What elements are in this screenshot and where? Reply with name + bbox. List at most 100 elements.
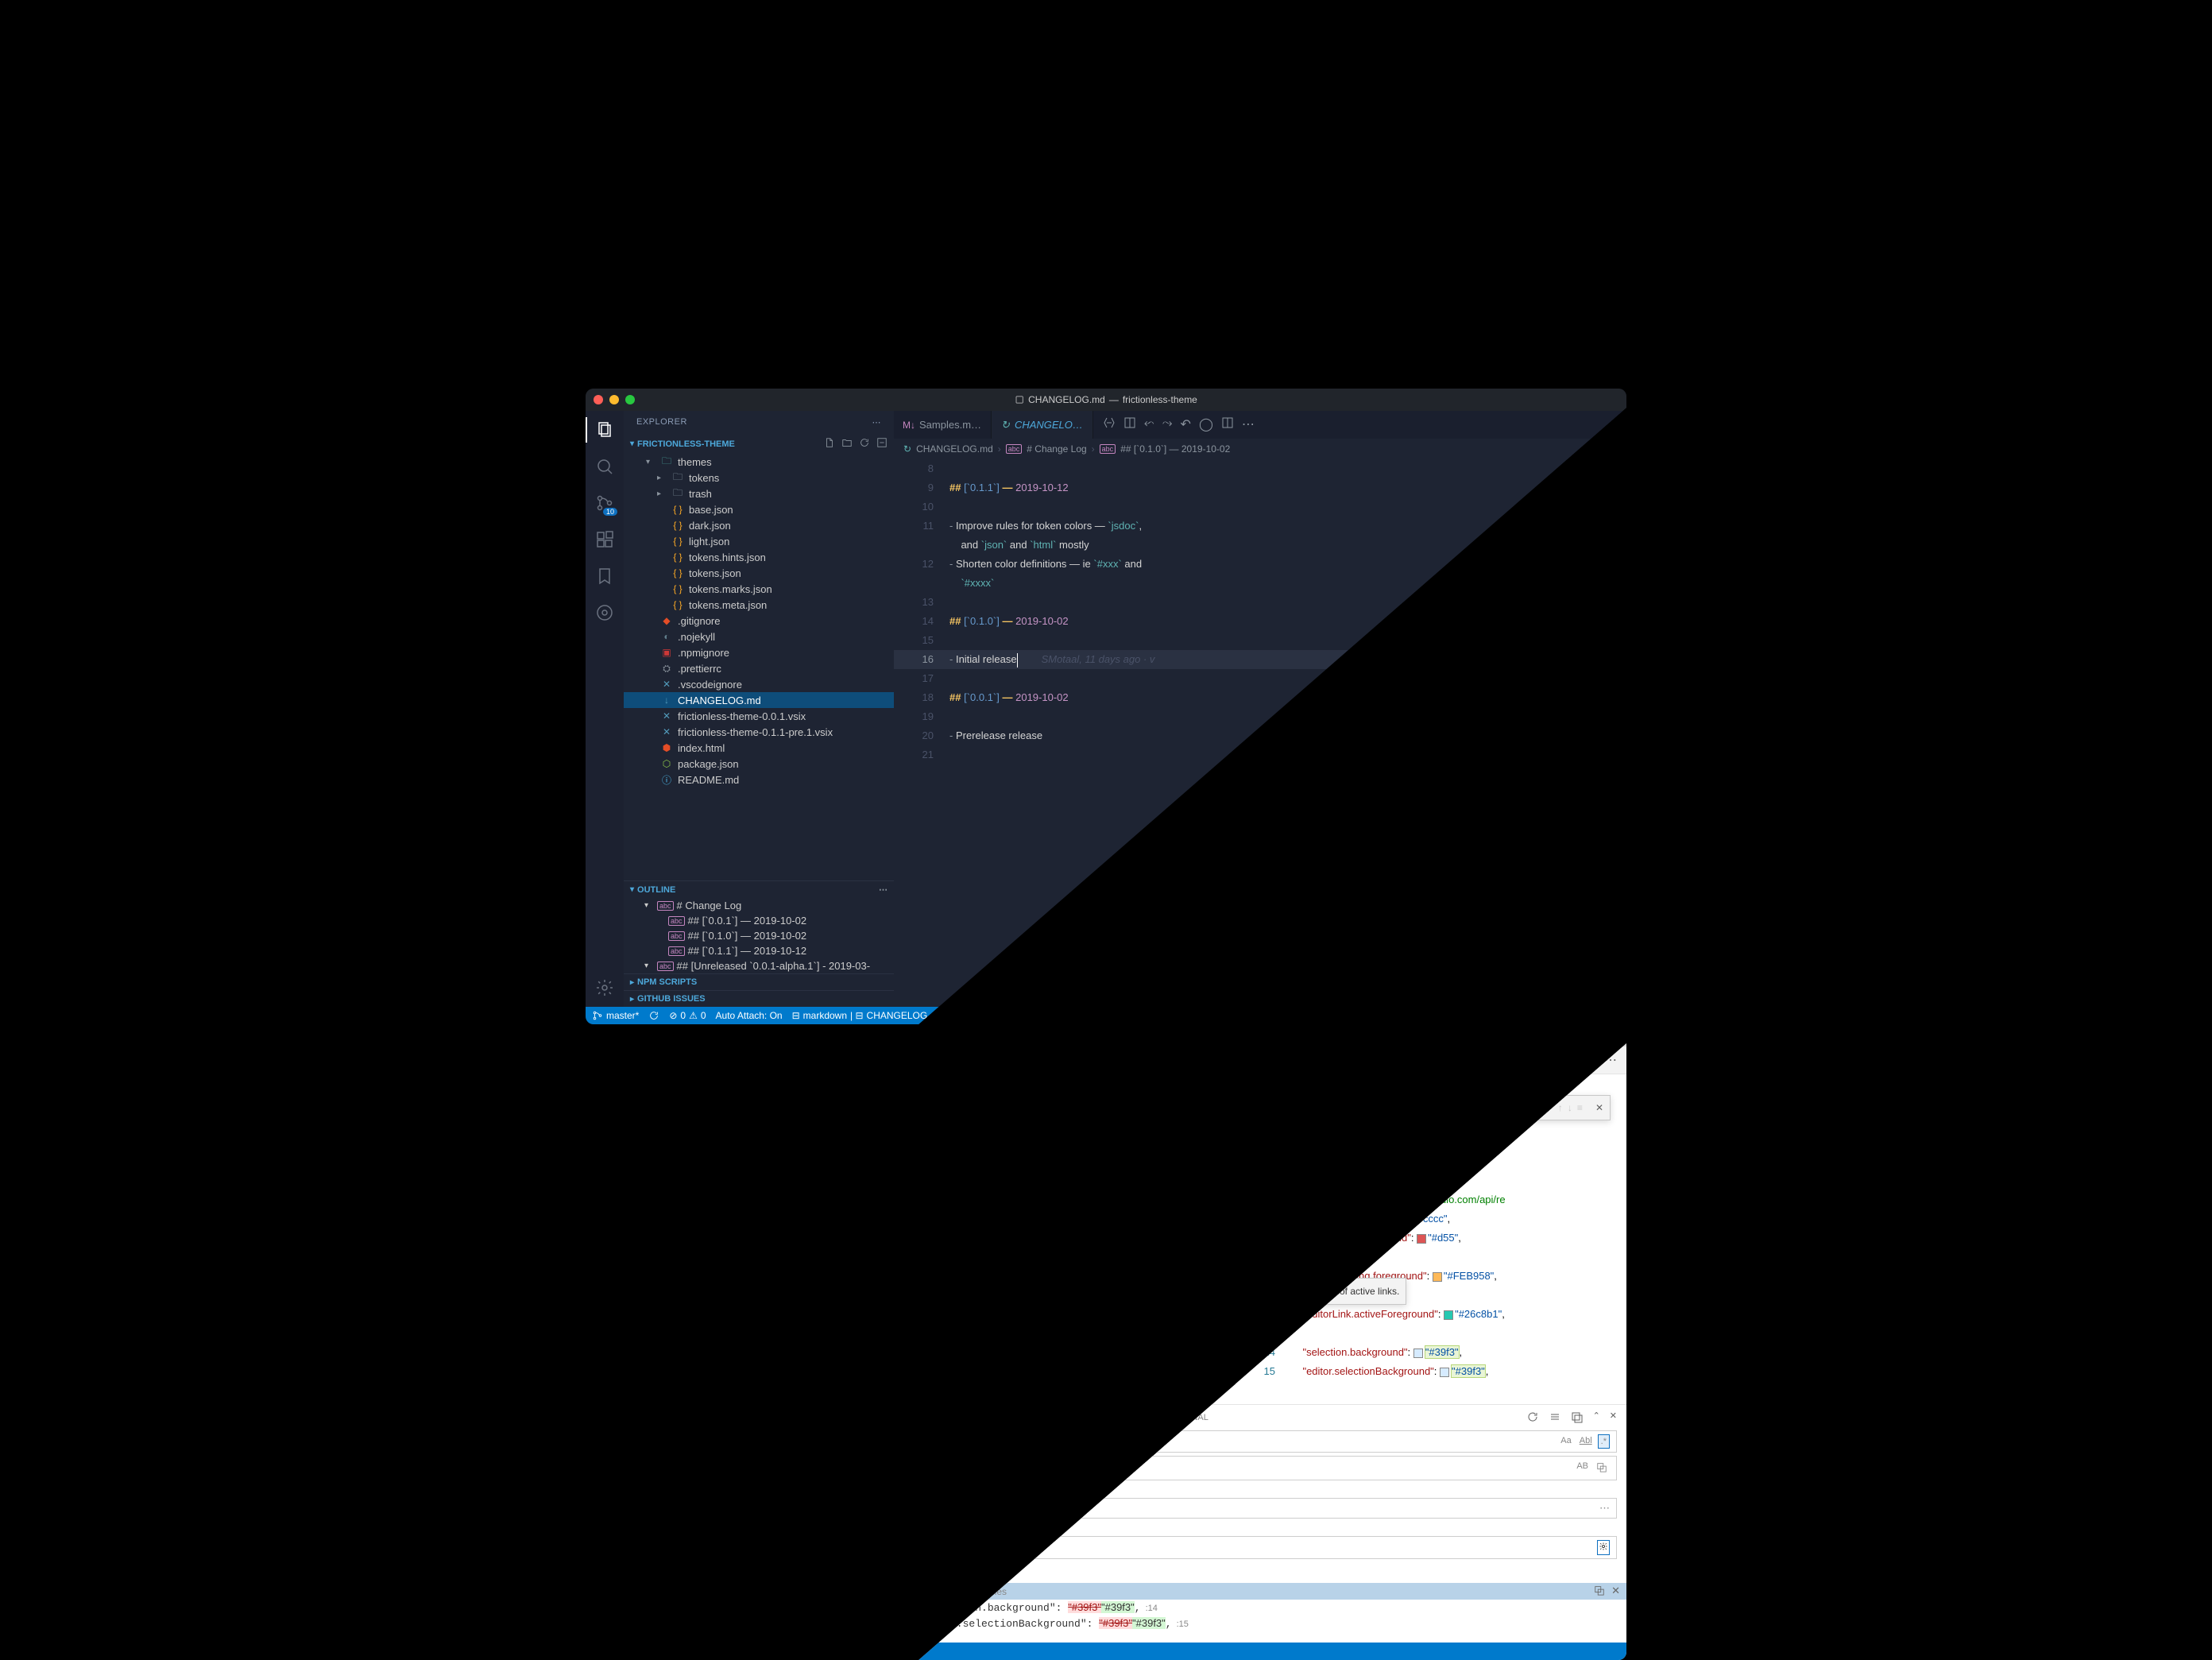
status-problems[interactable]: ⊘ 0 ⚠ 0 — [669, 1010, 706, 1021]
tree-item[interactable]: { }base.json — [624, 501, 894, 517]
find-prev[interactable]: ↑ — [1558, 1098, 1563, 1117]
compare-icon[interactable] — [1103, 416, 1116, 433]
tree-item[interactable]: { }tokens.json — [624, 565, 894, 581]
close-panel-icon[interactable]: ✕ — [1610, 1410, 1617, 1426]
status-position[interactable]: Ln 16, Col 18 — [1125, 1010, 1181, 1021]
status-eol[interactable]: LF — [1328, 1010, 1340, 1021]
status-auto-attach[interactable]: Auto Attach: On — [716, 1010, 783, 1021]
find-word[interactable]: Abl — [1458, 1096, 1475, 1120]
find-regex[interactable]: .* — [1477, 1096, 1489, 1120]
sidebar-more[interactable]: ⋯ — [872, 417, 882, 428]
find-expand[interactable]: › — [1297, 1096, 1313, 1120]
opt-regex[interactable]: .* — [1598, 1434, 1610, 1449]
tab[interactable]: M↓Samples.m… — [894, 411, 992, 439]
outline-item[interactable]: abc## [`0.1.0`] — 2019-10-02 — [624, 928, 894, 943]
new-file-icon[interactable] — [824, 437, 835, 451]
tree-item[interactable]: ↓CHANGELOG.md — [624, 692, 894, 708]
dismiss-file-icon[interactable]: ✕ — [1611, 1585, 1620, 1598]
opt-preserve-case[interactable]: AB — [1574, 1460, 1591, 1476]
panel-tab[interactable]: OUTPUT — [1020, 1410, 1056, 1426]
refresh-search-icon[interactable] — [1526, 1410, 1539, 1426]
tree-item[interactable]: { }tokens.meta.json — [624, 597, 894, 613]
find-selection[interactable]: ≡ — [1577, 1098, 1583, 1117]
find-close[interactable]: ✕ — [1589, 1098, 1610, 1117]
more-icon[interactable]: ⋯ — [1242, 416, 1255, 433]
status-prettier[interactable]: Prettier: ✓ — [1441, 1010, 1485, 1021]
status-sync[interactable] — [648, 1010, 659, 1021]
find-case[interactable]: Aa — [1441, 1096, 1456, 1120]
include-input[interactable]: ⋯ — [903, 1498, 1617, 1519]
status-zoom[interactable]: 100% — [1535, 1010, 1560, 1021]
tree-item[interactable]: ▸🗀tokens — [624, 470, 894, 486]
tree-item[interactable]: ◐.nojekyll — [624, 629, 894, 644]
tree-item[interactable]: ◆.gitignore — [624, 613, 894, 629]
split-icon[interactable] — [1221, 416, 1234, 433]
replace-input[interactable]: AB — [903, 1456, 1617, 1480]
minimize-window[interactable] — [609, 395, 619, 404]
section-npm[interactable]: ▸NPM SCRIPTS — [624, 973, 894, 990]
tree-item[interactable]: { }tokens.marks.json — [624, 581, 894, 597]
search-icon[interactable] — [594, 455, 616, 478]
outline-item[interactable]: abc## [`0.0.1`] — 2019-10-02 — [624, 913, 894, 928]
outline-item[interactable]: ▾abc## [Unreleased `0.0.1-alpha.1`] - 20… — [624, 958, 894, 973]
search-result-line[interactable]: editor.selectionBackground": "#39f3""#39… — [894, 1616, 1626, 1631]
code-editor-right[interactable]: › AaAbl.* No Results ↑↓≡ ✕ Color of acti… — [1236, 1095, 1626, 1404]
new-editor-icon[interactable] — [1571, 1410, 1584, 1426]
tree-item[interactable]: ▸🗀trash — [624, 486, 894, 501]
tree-item[interactable]: ✕frictionless-theme-0.0.1.vsix — [624, 708, 894, 724]
breadcrumb-left[interactable]: ↻ CHANGELOG.md› abc# Change Log› abc## [… — [894, 439, 1626, 459]
status-bell[interactable]: 🔔 — [1608, 1010, 1620, 1021]
tab-more[interactable]: ⋯ — [1595, 1052, 1626, 1068]
scm-icon[interactable]: 10 — [594, 492, 616, 514]
status-spaces[interactable]: Spaces: 2 — [1193, 1010, 1236, 1021]
panel-tab[interactable]: DEBUG CONSOLE — [1072, 1410, 1148, 1426]
panel-tab[interactable]: SEARCH — [903, 1410, 940, 1426]
outline-item[interactable]: ▾abc# Change Log — [624, 898, 894, 913]
status-fontsize[interactable]: ᴀA — [1496, 1010, 1507, 1021]
search-result-file[interactable]: ▾{ }base.jsonthemes ✕ — [894, 1583, 1626, 1600]
search-input[interactable]: AaAbl.* — [903, 1430, 1617, 1453]
tree-item[interactable]: { }dark.json — [624, 517, 894, 533]
clear-search-icon[interactable] — [1549, 1410, 1561, 1426]
sync-icon[interactable] — [594, 602, 616, 624]
bookmark-icon[interactable] — [594, 565, 616, 587]
tab[interactable]: ↻CHANGELO… — [992, 411, 1093, 439]
exclude-input[interactable] — [903, 1536, 1617, 1559]
extensions-icon[interactable] — [594, 528, 616, 551]
tree-item[interactable]: ▣.npmignore — [624, 644, 894, 660]
tree-item[interactable]: ⬡package.json — [624, 756, 894, 772]
find-input[interactable] — [1316, 1098, 1435, 1117]
status-lang-select[interactable]: ⊟ markdown | ⊟ CHANGELOG.md — [792, 1010, 944, 1021]
status-zoom-out[interactable]: − — [1571, 1010, 1576, 1021]
new-folder-icon[interactable] — [841, 437, 853, 451]
section-project[interactable]: ▾FRICTIONLESS-THEME — [624, 434, 894, 454]
status-encoding[interactable]: UTF-8 with BOM — [1247, 1010, 1317, 1021]
code-editor-left[interactable]: 89## [`0.1.1`] — 2019-10-121011- Improve… — [894, 459, 1626, 1007]
circle-icon[interactable]: ◯ — [1199, 416, 1213, 433]
status-branch[interactable]: master* — [592, 1010, 639, 1021]
section-outline[interactable]: ▾OUTLINE⋯ — [624, 881, 894, 898]
revert-icon[interactable]: ↶ — [1181, 416, 1191, 433]
replace-file-icon[interactable] — [1594, 1585, 1605, 1598]
tab-base-json[interactable]: { }base.json — [1236, 1047, 1323, 1074]
tree-item[interactable]: ✕.vscodeignore — [624, 676, 894, 692]
status-zoom-in[interactable]: + — [1518, 1010, 1524, 1021]
outline-item[interactable]: abc## [`0.1.1`] — 2019-10-12 — [624, 943, 894, 958]
collapse-panel-icon[interactable]: ⌃ — [1593, 1410, 1600, 1426]
breadcrumb-right[interactable]: { }base.json› abc$schema — [1236, 1074, 1626, 1095]
explorer-icon[interactable] — [594, 419, 616, 441]
find-next[interactable]: ↓ — [1568, 1098, 1572, 1117]
tree-item[interactable]: ⬢index.html — [624, 740, 894, 756]
opt-word[interactable]: Abl — [1577, 1434, 1595, 1449]
tree-item[interactable]: ⓘREADME.md — [624, 772, 894, 787]
settings-icon[interactable] — [594, 977, 616, 999]
maximize-window[interactable] — [625, 395, 635, 404]
search-result-line[interactable]: "selection.background": "#39f3""#39f3",:… — [894, 1600, 1626, 1616]
status-smiley[interactable]: ☺ — [1587, 1010, 1597, 1021]
diff-prev-icon[interactable]: ⬿ — [1144, 416, 1154, 433]
refresh-icon[interactable] — [859, 437, 870, 451]
preview-icon[interactable] — [1123, 416, 1136, 433]
tree-item[interactable]: ✕frictionless-theme-0.1.1-pre.1.vsix — [624, 724, 894, 740]
gear-search-icon[interactable] — [1597, 1540, 1610, 1555]
tree-item[interactable]: { }light.json — [624, 533, 894, 549]
